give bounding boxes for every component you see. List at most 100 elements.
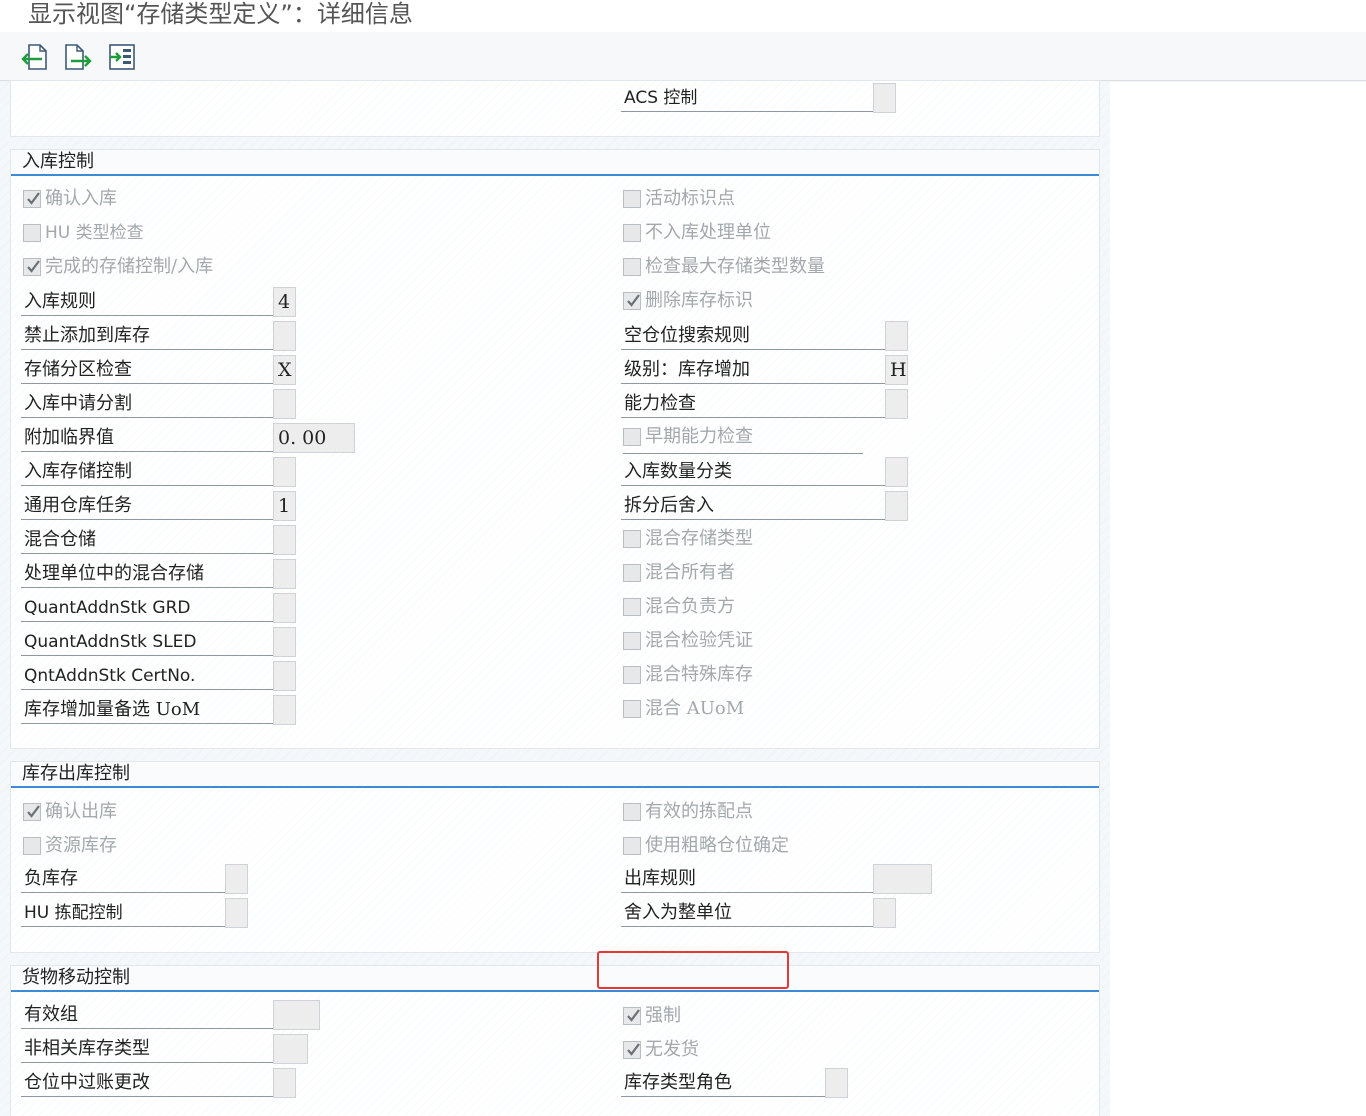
checkmark-icon <box>627 1009 640 1022</box>
field-input[interactable] <box>273 1068 296 1098</box>
checkbox[interactable] <box>623 1041 641 1059</box>
field-label: 负库存 <box>21 863 225 893</box>
removal-group-title: 库存出库控制 <box>11 762 1099 788</box>
field-split-during-putaway: 入库中请分割 <box>21 388 311 419</box>
checkbox-label: 使用粗略仓位确定 <box>645 835 789 856</box>
field-label: 级别：库存增加 <box>621 354 885 384</box>
field-addition-threshold: 附加临界值 0. 00 <box>21 422 371 453</box>
field-putaway-qty-class: 入库数量分类 <box>621 456 921 487</box>
field-label: 拆分后舍入 <box>621 490 885 520</box>
field-input[interactable] <box>225 898 248 928</box>
checkbox[interactable] <box>23 190 41 208</box>
field-label: 库存增加量备选 UoM <box>21 694 273 724</box>
field-label: 附加临界值 <box>21 422 273 452</box>
checkbox-label: 强制 <box>645 1005 681 1026</box>
checkbox[interactable] <box>23 258 41 276</box>
field-input[interactable]: H <box>885 355 908 385</box>
field-label: 入库数量分类 <box>621 456 885 486</box>
field-label: 混合仓储 <box>21 524 273 554</box>
field-input[interactable] <box>273 389 296 419</box>
field-input[interactable]: 4 <box>273 287 296 317</box>
checkbox[interactable] <box>623 803 641 821</box>
field-input[interactable] <box>273 593 296 623</box>
field-hu-picking-control: HU 拣配控制 <box>21 897 271 928</box>
checkbox[interactable] <box>23 224 41 242</box>
checkbox[interactable] <box>23 837 41 855</box>
field-input[interactable] <box>885 457 908 487</box>
other-entry-button[interactable] <box>107 42 137 72</box>
field-storage-section-check: 存储分区检查 X <box>21 354 311 385</box>
checkbox-label: 有效的拣配点 <box>645 801 753 822</box>
window-title: 显示视图“存储类型定义”：详细信息 <box>28 0 413 28</box>
field-input[interactable] <box>873 898 896 928</box>
field-input[interactable] <box>825 1068 848 1098</box>
field-label: QuantAddnStk GRD <box>21 592 273 622</box>
checkbox[interactable] <box>623 190 641 208</box>
checkbox-label: 混合 AUoM <box>645 698 745 719</box>
highlight-box <box>597 951 789 989</box>
checkbox-early-capacity-check[interactable]: 早期能力检查 <box>623 424 863 454</box>
field-qntaddnstk-certno: QntAddnStk CertNo. <box>21 660 311 691</box>
checkbox[interactable] <box>623 666 641 684</box>
field-input[interactable] <box>273 627 296 657</box>
field-input[interactable] <box>885 491 908 521</box>
field-label: 存储分区检查 <box>21 354 273 384</box>
field-empty-bin-search-rule: 空仓位搜索规则 <box>621 320 921 351</box>
checkbox-label: 混合存储类型 <box>645 528 753 549</box>
checkbox-label: 无发货 <box>645 1039 699 1060</box>
checkbox-label: 早期能力检查 <box>645 426 753 447</box>
title-bar: 显示视图“存储类型定义”：详细信息 <box>0 0 1366 32</box>
field-input[interactable]: X <box>273 355 296 385</box>
checkbox-label: HU 类型检查 <box>45 223 144 243</box>
goods-movement-group: 货物移动控制 有效组 非相关库存类型 仓位中过账更改 强制 无发货 库存类型角色 <box>10 965 1100 1116</box>
previous-entry-icon <box>21 44 47 70</box>
checkbox[interactable] <box>623 530 641 548</box>
field-label: 非相关库存类型 <box>21 1033 273 1063</box>
field-mixed-storage-in-hu: 处理单位中的混合存储 <box>21 558 311 589</box>
checkbox[interactable] <box>623 292 641 310</box>
field-label: 入库存储控制 <box>21 456 273 486</box>
field-input[interactable] <box>273 457 296 487</box>
checkbox[interactable] <box>623 700 641 718</box>
checkbox[interactable] <box>623 598 641 616</box>
field-input[interactable] <box>273 525 296 555</box>
checkbox[interactable] <box>623 428 641 446</box>
field-input[interactable] <box>273 695 296 725</box>
field-input[interactable] <box>885 389 908 419</box>
field-input[interactable] <box>273 1000 320 1030</box>
field-input[interactable] <box>273 661 296 691</box>
field-label: 仓位中过账更改 <box>21 1067 273 1097</box>
field-input[interactable]: 1 <box>273 491 296 521</box>
field-putaway-storage-control: 入库存储控制 <box>21 456 311 487</box>
checkmark-icon <box>27 192 40 205</box>
next-entry-button[interactable] <box>63 42 93 72</box>
field-input[interactable] <box>273 559 296 589</box>
checkbox[interactable] <box>623 258 641 276</box>
previous-entry-button[interactable] <box>20 42 50 72</box>
toolbar <box>0 32 1366 81</box>
checkmark-icon <box>627 1043 640 1056</box>
field-input[interactable] <box>873 864 932 894</box>
field-general-warehouse-task: 通用仓库任务 1 <box>21 490 311 521</box>
checkbox[interactable] <box>623 564 641 582</box>
field-input[interactable] <box>273 321 296 351</box>
field-label: HU 拣配控制 <box>21 897 225 927</box>
checkmark-icon <box>27 260 40 273</box>
field-non-dependent-stock-type: 非相关库存类型 <box>21 1033 331 1064</box>
field-label: 入库规则 <box>21 286 273 316</box>
field-input[interactable] <box>273 1034 308 1064</box>
acs-control-input[interactable] <box>873 83 896 113</box>
checkbox[interactable] <box>623 632 641 650</box>
checkbox[interactable] <box>623 224 641 242</box>
field-input[interactable] <box>225 864 248 894</box>
field-input[interactable]: 0. 00 <box>273 423 355 453</box>
putaway-control-group: 入库控制 确认入库 HU 类型检查 完成的存储控制/入库 入库规则 4 禁止添加… <box>10 149 1100 749</box>
checkbox-label: 活动标识点 <box>645 188 735 209</box>
checkbox[interactable] <box>623 1007 641 1025</box>
field-input[interactable] <box>885 321 908 351</box>
checkbox[interactable] <box>23 803 41 821</box>
field-posting-change-in-bin: 仓位中过账更改 <box>21 1067 321 1098</box>
putaway-group-title: 入库控制 <box>11 150 1099 176</box>
checkbox[interactable] <box>623 837 641 855</box>
field-label: QntAddnStk CertNo. <box>21 660 273 690</box>
